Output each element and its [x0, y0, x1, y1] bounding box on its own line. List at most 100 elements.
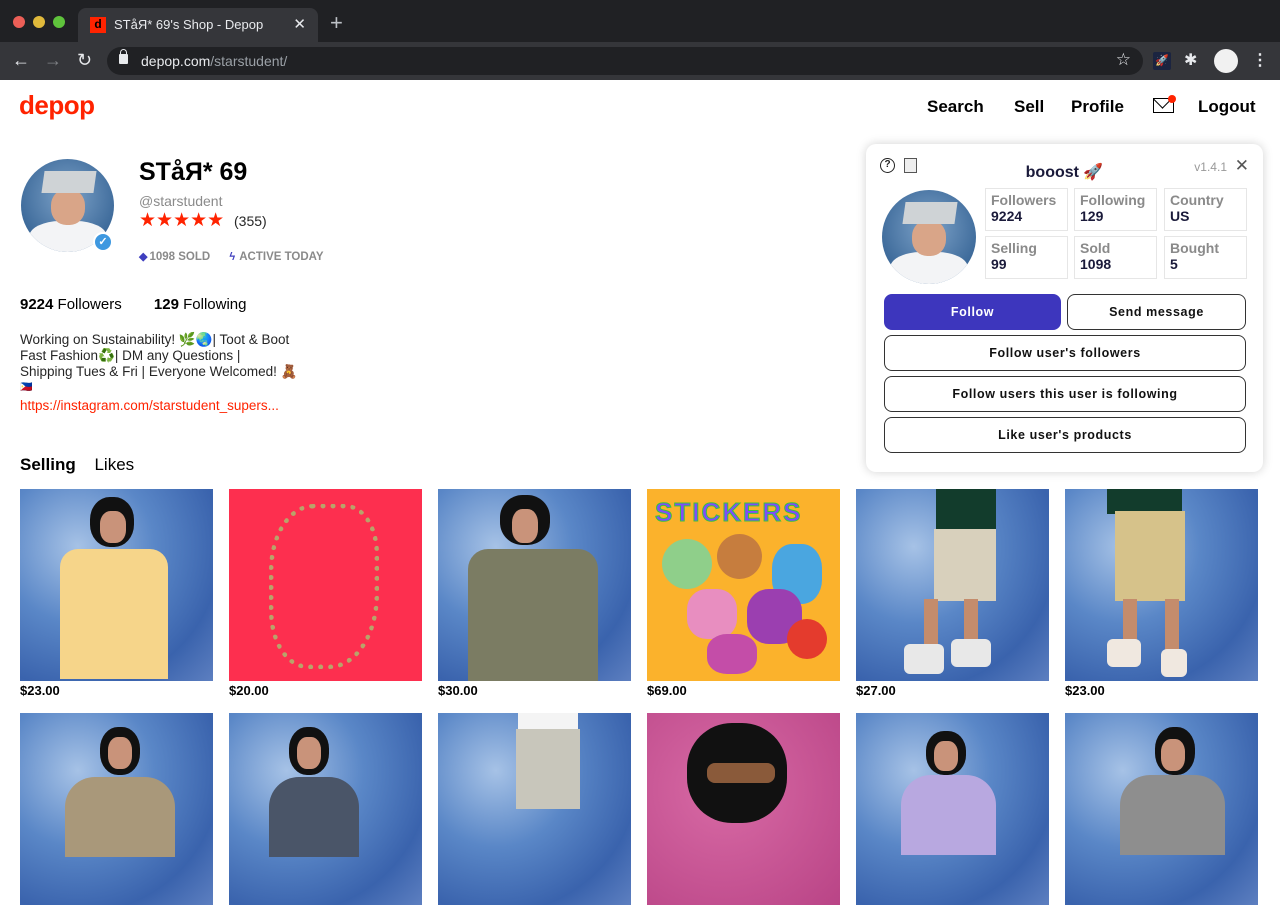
follow-counts: 9224 Followers 129 Following	[20, 296, 246, 313]
product-card[interactable]	[229, 713, 422, 905]
nav-sell-link[interactable]: Sell	[1014, 97, 1044, 117]
url-domain: depop.com	[141, 53, 211, 69]
product-card[interactable]: STICKERS $69.00	[647, 489, 840, 698]
product-card[interactable]: $27.00	[856, 489, 1049, 698]
review-count[interactable]: (355)	[234, 213, 267, 229]
stat-label: Sold	[1080, 240, 1111, 256]
lock-icon	[119, 49, 128, 64]
active-badge: ϟ ACTIVE TODAY	[229, 251, 323, 263]
product-price: $30.00	[438, 683, 478, 698]
extension-version: v1.4.1	[1194, 160, 1227, 174]
sold-badge: ◆ 1098 SOLD	[139, 250, 210, 263]
product-image[interactable]	[20, 713, 213, 905]
like-users-products-button[interactable]: Like user's products	[884, 417, 1246, 453]
stat-followers: Followers 9224	[985, 188, 1068, 231]
stat-label: Country	[1170, 192, 1224, 208]
close-icon[interactable]: ✕	[1235, 156, 1249, 176]
forward-arrow-icon[interactable]: →	[44, 50, 62, 70]
product-image[interactable]	[1065, 489, 1258, 681]
address-bar[interactable]: depop.com/starstudent/ ☆	[107, 47, 1143, 75]
tab-likes[interactable]: Likes	[94, 455, 134, 474]
reload-icon[interactable]: ↻	[77, 50, 92, 70]
followers-count: 9224	[20, 296, 54, 313]
avatar-face	[912, 220, 946, 256]
avatar-cap	[902, 202, 958, 224]
product-image[interactable]	[229, 489, 422, 681]
stat-value: 1098	[1080, 256, 1112, 272]
back-arrow-icon[interactable]: ←	[12, 50, 30, 70]
follow-button[interactable]: Follow	[884, 294, 1061, 330]
bio-instagram-link[interactable]: https://instagram.com/starstudent_supers…	[20, 398, 279, 413]
product-image[interactable]: STICKERS	[647, 489, 840, 681]
product-image[interactable]	[438, 489, 631, 681]
bio-line: Fast Fashion♻️| DM any Questions |	[20, 348, 241, 363]
followers-link[interactable]: 9224 Followers	[20, 296, 122, 313]
product-price: $23.00	[20, 683, 60, 698]
stat-bought: Bought 5	[1164, 236, 1247, 279]
following-link[interactable]: 129 Following	[154, 296, 247, 313]
stat-country: Country US	[1164, 188, 1247, 231]
product-image[interactable]	[20, 489, 213, 681]
follow-users-following-button[interactable]: Follow users this user is following	[884, 376, 1246, 412]
bio-line: Shipping Tues & Fri | Everyone Welcomed!…	[20, 364, 298, 379]
verified-check-icon: ✓	[93, 232, 113, 252]
profile-name: STåЯ* 69	[139, 158, 248, 186]
extensions-puzzle-icon[interactable]: ✱	[1184, 50, 1197, 70]
product-card[interactable]: $23.00	[20, 489, 213, 698]
stat-value: 5	[1170, 256, 1178, 272]
follow-users-followers-button[interactable]: Follow user's followers	[884, 335, 1246, 371]
window-maximize-button[interactable]	[53, 16, 65, 28]
product-image[interactable]	[1065, 713, 1258, 905]
send-message-button[interactable]: Send message	[1067, 294, 1246, 330]
stat-following: Following 129	[1074, 188, 1157, 231]
product-card[interactable]	[438, 713, 631, 905]
followers-label: Followers	[57, 296, 122, 313]
browser-menu-icon[interactable]: ⋮	[1252, 50, 1268, 70]
product-price: $69.00	[647, 683, 687, 698]
shop-tabs: Selling Likes	[20, 455, 134, 475]
stat-label: Following	[1080, 192, 1146, 208]
nav-logout-link[interactable]: Logout	[1198, 97, 1256, 117]
tab-title: STåЯ* 69's Shop - Depop	[114, 17, 264, 32]
depop-logo[interactable]: depop	[19, 90, 95, 121]
stat-value: 99	[991, 256, 1007, 272]
browser-tab-active[interactable]: d STåЯ* 69's Shop - Depop ✕	[78, 8, 318, 42]
tab-close-icon[interactable]: ✕	[293, 15, 306, 33]
product-card[interactable]: $30.00	[438, 489, 631, 698]
following-count: 129	[153, 296, 179, 313]
product-card[interactable]	[647, 713, 840, 905]
window-close-button[interactable]	[13, 16, 25, 28]
stat-label: Bought	[1170, 240, 1219, 256]
tab-selling[interactable]: Selling	[20, 455, 76, 474]
product-image[interactable]	[856, 713, 1049, 905]
bookmark-star-icon[interactable]: ☆	[1116, 50, 1131, 70]
browser-tab-bar: d STåЯ* 69's Shop - Depop ✕ +	[0, 0, 1280, 42]
browser-profile-avatar[interactable]	[1214, 49, 1238, 73]
product-card[interactable]: $20.00	[229, 489, 422, 698]
product-card[interactable]	[856, 713, 1049, 905]
stat-value: 9224	[991, 208, 1023, 224]
product-card[interactable]	[20, 713, 213, 905]
product-image[interactable]	[856, 489, 1049, 681]
product-image[interactable]	[438, 713, 631, 905]
product-image[interactable]	[229, 713, 422, 905]
product-image[interactable]	[647, 713, 840, 905]
url-text[interactable]: depop.com/starstudent/	[141, 53, 287, 69]
product-price: $27.00	[856, 683, 896, 698]
sold-badge-text: 1098 SOLD	[149, 251, 211, 263]
bio-line: 🇵🇭	[20, 382, 33, 393]
stat-value: 129	[1080, 208, 1104, 224]
rating-stars[interactable]: ★★★★★	[139, 209, 224, 232]
browser-toolbar: ← → ↻ depop.com/starstudent/ ☆ 🚀 ✱ ⋮	[0, 42, 1280, 80]
stat-sold: Sold 1098	[1074, 236, 1157, 279]
nav-profile-link[interactable]: Profile	[1071, 97, 1124, 117]
rocket-extension-icon[interactable]: 🚀	[1153, 52, 1171, 70]
window-minimize-button[interactable]	[33, 16, 45, 28]
extension-user-avatar	[882, 190, 976, 284]
depop-page: depop Search Sell Profile Logout ✓ STåЯ*…	[0, 80, 1280, 905]
nav-search-link[interactable]: Search	[927, 97, 984, 117]
url-path: /starstudent/	[210, 53, 288, 69]
new-tab-button[interactable]: +	[330, 12, 343, 34]
product-card[interactable]	[1065, 713, 1258, 905]
product-card[interactable]: $23.00	[1065, 489, 1258, 698]
